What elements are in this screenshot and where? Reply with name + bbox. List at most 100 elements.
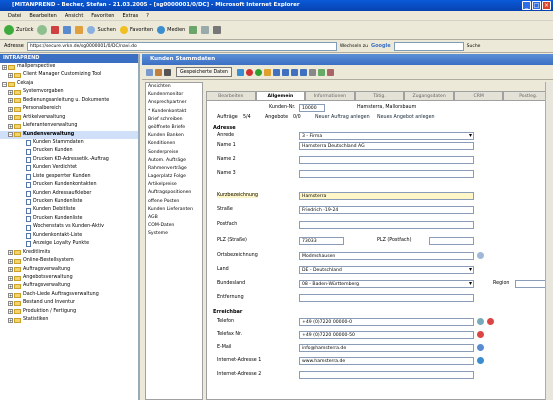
first-record-icon[interactable] [272,68,280,76]
confirm-icon[interactable] [254,68,262,76]
saved-data-button[interactable]: Gespeicherte Daten [176,67,232,77]
tree-item[interactable]: Kundenkontakt-Liste [0,232,138,240]
kurzbezeichnung-field[interactable]: Hamsterra [299,192,474,200]
tree-item[interactable]: + Bedienungsanleitung u. Dokumente [0,97,138,105]
help-icon[interactable] [326,68,334,76]
tree-item[interactable]: − Cekaja [0,80,138,88]
expand-icon[interactable]: + [2,64,7,70]
search-record-icon[interactable] [308,68,316,76]
sidebar-link[interactable]: Systeme [146,230,202,238]
expand-icon[interactable]: − [8,132,13,138]
menu-item-datei[interactable]: Datei [8,11,21,20]
tree-item[interactable]: Kunden Adressaufkleber [0,190,138,198]
tree-item[interactable]: + Client Manager Customizing Tool [0,71,138,79]
expand-icon[interactable]: + [8,317,13,323]
sidebar-link[interactable]: Konditionen [146,140,202,148]
telefax-field[interactable]: +49 (0)7220 00000-50 [299,331,474,339]
postfach-field[interactable] [299,221,474,229]
mail-icon[interactable] [201,26,210,34]
expand-icon[interactable]: − [2,81,7,87]
sidebar-link[interactable]: * Kundenkontakt [146,108,202,116]
tree-item[interactable]: + Artikelverwaltung [0,114,138,122]
address-input[interactable]: https://secure.vrkn.de/sg0000001/0/DC/na… [26,41,337,51]
tree-item[interactable]: Wochenstats vs Kunden-Aktiv [0,223,138,231]
menu-item-ansicht[interactable]: Ansicht [65,11,83,20]
new-record-icon[interactable] [146,68,153,76]
expand-icon[interactable]: + [8,250,13,256]
tab-allgemein[interactable]: Allgemein [255,91,306,100]
tree-item[interactable]: + Statistiken [0,316,138,324]
internet1-field[interactable]: www.hamsterra.de [299,357,474,365]
fax-icon[interactable] [477,331,484,338]
anrede-select[interactable]: 3 - Firma [299,132,474,140]
favorites-button[interactable]: Favoriten [119,26,153,34]
expand-icon[interactable]: + [8,275,13,281]
tree-item[interactable]: Kunden Verdichtet [0,164,138,172]
sidebar-link[interactable]: Brief schreiben [146,116,202,124]
tree-item[interactable]: + Kreditlimits [0,249,138,257]
maximize-icon[interactable]: □ [532,1,541,10]
land-select[interactable]: DE - Deutschland [299,266,474,274]
tree-item[interactable]: + mallperspective [0,63,138,71]
sidebar-link[interactable]: offene Posten [146,198,202,206]
tree-item[interactable]: + Dach-Liede Auftragsverwaltung [0,291,138,299]
sidebar-link[interactable]: Sonderpreise [146,149,202,157]
print-icon[interactable] [164,68,171,76]
telefon-field[interactable]: +49 (0)7220 00000-0 [299,318,474,326]
name3-field[interactable] [299,170,474,178]
tree-item[interactable]: Drucken Kundenkontakten [0,181,138,189]
sidebar-link[interactable]: Kunden Banken [146,132,202,140]
tree-item[interactable]: Liste gesperrter Kunden [0,173,138,181]
expand-icon[interactable]: + [8,292,13,298]
tree-item[interactable]: − Kundenverwaltung [0,130,138,139]
tree-item[interactable]: Drucken KD-Adressetik.-Auftrag [0,156,138,164]
sidebar-link[interactable]: Ansichten [146,83,202,91]
tree-item[interactable]: Drucken Kundenliste [0,198,138,206]
search-button[interactable]: Suchen [87,26,116,34]
new-offer-link[interactable]: Neues Angebot anlegen [377,115,435,120]
last-record-icon[interactable] [299,68,307,76]
tree-item[interactable]: + Bestand und Inventur [0,299,138,307]
sidebar-link[interactable]: AGB [146,214,202,222]
sidebar-link[interactable]: COM-Daten [146,222,202,230]
entfernung-field[interactable] [299,294,474,302]
media-button[interactable]: Medien [157,26,185,34]
tree-item[interactable]: Kunden Debitliste [0,206,138,214]
tree-item[interactable]: + Online-Bestellsystem [0,257,138,265]
vertical-scrollbar[interactable] [545,82,553,400]
open-icon[interactable] [155,68,162,76]
sidebar-link[interactable]: Kunden Lieferanten [146,206,202,214]
google-search-input[interactable] [393,41,464,51]
save-icon[interactable] [236,68,244,76]
menu-item-extras[interactable]: Extras [122,11,138,20]
bundesland-select[interactable]: 08 - Baden-Württemberg [299,280,474,288]
minimize-icon[interactable]: _ [522,1,531,10]
sidebar-link[interactable]: Auftragspositionen [146,189,202,197]
history-icon[interactable] [189,26,198,34]
expand-icon[interactable]: + [8,123,13,129]
tree-item[interactable]: + Systemvorgaben [0,88,138,96]
sidebar-link[interactable]: Kundenmonitor [146,91,202,99]
expand-icon[interactable]: + [8,300,13,306]
tree-item[interactable]: + Auftragsverwaltung [0,282,138,290]
filter-icon[interactable] [317,68,325,76]
plz-field[interactable]: 73033 [299,237,344,245]
tab-crm[interactable]: CRM [453,91,504,100]
plz-postfach-field[interactable] [429,237,474,245]
email-icon[interactable] [477,344,484,351]
internet2-field[interactable] [299,371,474,379]
menu-item-help[interactable]: ? [146,11,149,20]
tree-item[interactable]: Drucken Kunden [0,147,138,155]
tree-item[interactable]: + Angebotsverwaltung [0,274,138,282]
expand-icon[interactable]: + [8,73,13,79]
tree-item[interactable]: Drucken Kundenliste [0,215,138,223]
google-search-button[interactable]: Suche [467,44,481,49]
sidebar-link[interactable]: geöffnete Briefe [146,124,202,132]
go-button[interactable]: Wechseln zu [340,44,368,49]
name1-field[interactable]: Hamsterra Deutschland AG [299,142,474,150]
next-record-icon[interactable] [290,68,298,76]
tab-informationen[interactable]: Informationen [305,91,355,100]
print-icon[interactable] [213,26,222,34]
kunden-nr-field[interactable]: 10000 [299,104,325,112]
menu-item-favoriten[interactable]: Favoriten [91,11,114,20]
